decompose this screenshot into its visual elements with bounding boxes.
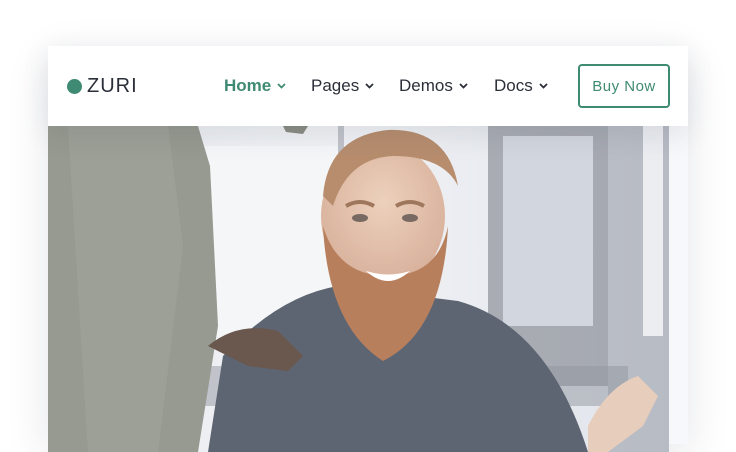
chevron-down-icon — [365, 83, 374, 89]
chevron-down-icon — [539, 83, 548, 89]
nav-label-pages: Pages — [311, 76, 360, 95]
chevron-down-icon — [277, 83, 286, 89]
nav-item-home[interactable]: Home — [224, 76, 286, 96]
brand-name: ZURI — [87, 75, 138, 97]
nav-item-pages[interactable]: Pages — [311, 76, 374, 96]
chevron-down-icon — [459, 83, 468, 89]
nav-item-docs[interactable]: Docs — [494, 76, 548, 96]
nav-label-home: Home — [224, 76, 272, 95]
buy-now-button[interactable]: Buy Now — [578, 64, 670, 108]
hero-photo — [48, 126, 669, 452]
brand-logo[interactable]: ZURI — [67, 76, 138, 96]
nav-item-demos[interactable]: Demos — [399, 76, 468, 96]
nav-label-demos: Demos — [399, 76, 453, 95]
hero-image — [48, 126, 669, 452]
navbar: ZURI Home Pages Demos Docs Buy Now — [48, 46, 688, 126]
nav-label-docs: Docs — [494, 76, 533, 95]
dot-icon — [67, 78, 82, 94]
